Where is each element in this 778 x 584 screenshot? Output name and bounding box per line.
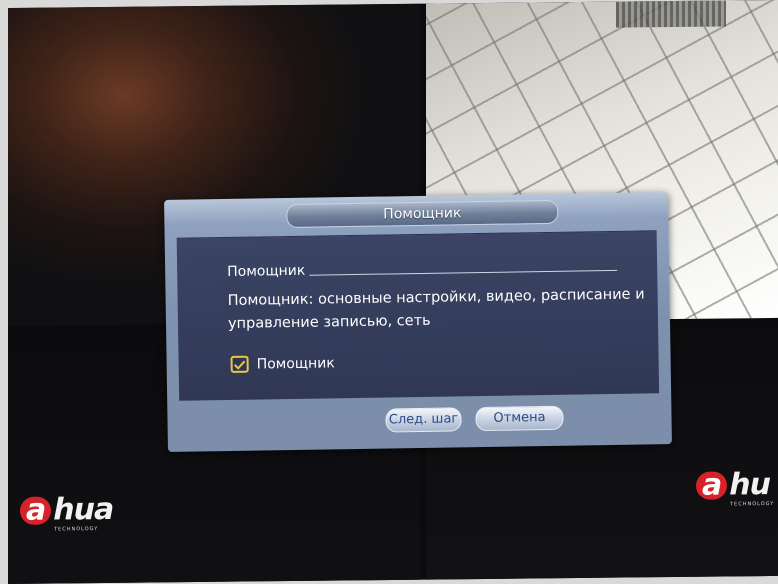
brand-logo: a hua TECHNOLOGY [20,491,114,533]
dialog-content: Помощник Помощник: основные настройки, в… [176,230,660,401]
ceiling-vent [616,0,726,28]
logo-subtitle: TECHNOLOGY [730,500,775,508]
wizard-checkbox[interactable] [230,355,249,373]
logo-mark: a [696,468,728,503]
brand-logo: a hu TECHNOLOGY [696,467,775,508]
logo-text: hu [729,467,770,503]
dialog-title: Помощник [286,199,559,229]
checkbox-label: Помощник [256,354,335,373]
logo-subtitle: TECHNOLOGY [54,526,99,533]
section-header: Помощник [227,256,618,280]
logo-text: hua [53,491,114,528]
wizard-dialog: Помощник Помощник Помощник: основные нас… [164,192,672,452]
wizard-checkbox-row[interactable]: Помощник [230,354,335,373]
section-divider [309,269,618,276]
section-label: Помощник [227,262,306,280]
cancel-button[interactable]: Отмена [475,405,564,432]
next-step-button[interactable]: След. шаг [385,407,462,433]
wizard-description: Помощник: основные настройки, видео, рас… [227,286,645,332]
dialog-buttons: След. шаг Отмена [385,405,564,433]
logo-mark: a [20,493,52,528]
check-icon [233,360,246,370]
